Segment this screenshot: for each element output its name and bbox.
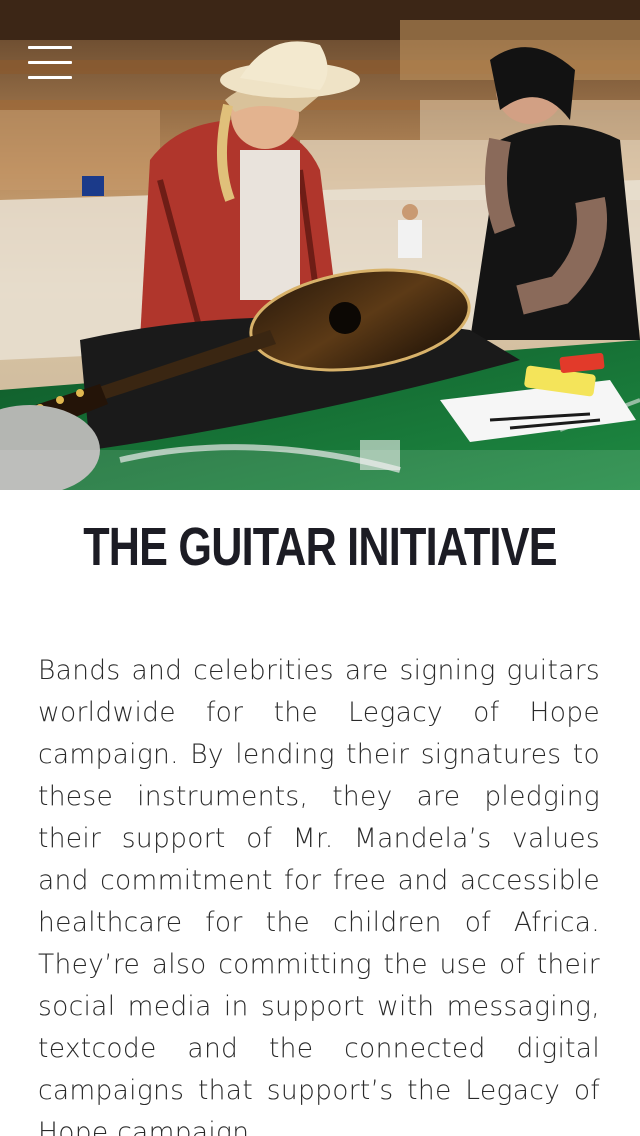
hero-bottom-overlay <box>0 450 640 490</box>
menu-line <box>28 46 72 49</box>
hero-illustration <box>0 0 640 490</box>
menu-line <box>28 61 72 64</box>
menu-line <box>28 76 72 79</box>
hero-photo <box>0 0 640 490</box>
hamburger-menu-icon[interactable] <box>28 44 72 82</box>
page-title: THE GUITAR INITIATIVE <box>83 517 557 577</box>
article-body: Bands and celebrities are signing guitar… <box>38 655 600 1136</box>
page: THE GUITAR INITIATIVE Bands and celebrit… <box>0 0 640 1136</box>
